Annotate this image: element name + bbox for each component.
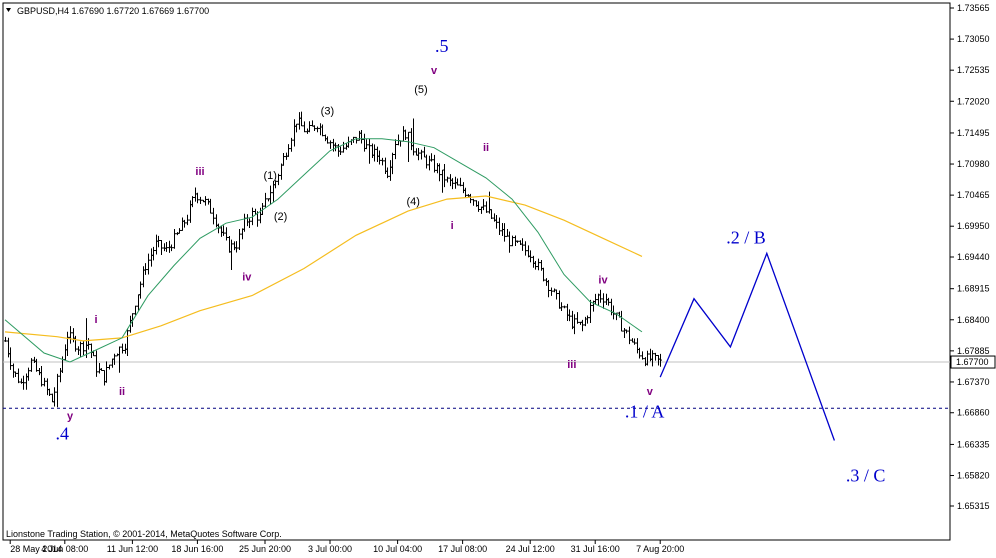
price-tick-label: 1.68915: [957, 284, 990, 294]
price-tick-label: 1.67370: [957, 377, 990, 387]
time-tick-label: 10 Jul 04:00: [373, 544, 422, 554]
wave-label-major: .2 / B: [726, 228, 766, 248]
wave-label-major: .1 / A: [625, 402, 665, 422]
time-tick-label: 4 Jun 08:00: [41, 544, 88, 554]
wave-label-minor: y: [67, 410, 74, 422]
time-tick-label: 17 Jul 08:00: [438, 544, 487, 554]
wave-label-minor: iii: [567, 359, 576, 371]
price-tick-label: 1.65820: [957, 471, 990, 481]
wave-label-minor: ii: [483, 142, 489, 154]
time-tick-label: 11 Jun 12:00: [107, 544, 158, 554]
wave-label-minor: iii: [195, 166, 204, 178]
price-tick-label: 1.69950: [957, 221, 990, 231]
wave-label-minor: i: [451, 220, 454, 232]
wave-label-intermediate: (4): [406, 196, 419, 208]
wave-label-major: .5: [435, 36, 449, 56]
price-tick-label: 1.68400: [957, 315, 990, 325]
time-tick-label: 18 Jun 16:00: [171, 544, 223, 554]
wave-label-major: .3 / C: [846, 466, 886, 486]
time-tick-label: 24 Jul 12:00: [506, 544, 555, 554]
wave-label-minor: i: [94, 314, 97, 326]
time-tick-label: 31 Jul 16:00: [571, 544, 620, 554]
price-tick-label: 1.70980: [957, 159, 990, 169]
copyright-text: Lionstone Trading Station, © 2001-2014, …: [6, 529, 282, 539]
time-tick-label: 3 Jul 00:00: [308, 544, 352, 554]
wave-label-minor: v: [647, 386, 654, 398]
price-tick-label: 1.69440: [957, 252, 990, 262]
time-tick-label: 25 Jun 20:00: [239, 544, 291, 554]
wave-label-minor: iv: [242, 272, 252, 284]
price-tick-label: 1.66860: [957, 408, 990, 418]
price-chart[interactable]: iiiiiiivviiiiviiivy(3)(5)(1)(2)(4).5.4.1…: [0, 0, 996, 558]
price-tick-label: 1.65315: [957, 501, 990, 511]
wave-label-minor: v: [431, 65, 438, 77]
price-tick-label: 1.70465: [957, 190, 990, 200]
price-tick-label: 1.72535: [957, 65, 990, 75]
price-tick-label: 1.66335: [957, 439, 990, 449]
wave-label-intermediate: (3): [321, 106, 334, 118]
price-tick-label: 1.73565: [957, 3, 990, 13]
wave-label-intermediate: (1): [263, 170, 276, 182]
price-tick-label: 1.67885: [957, 346, 990, 356]
time-tick-label: 7 Aug 20:00: [636, 544, 684, 554]
price-tick-label: 1.72020: [957, 96, 990, 106]
price-tick-label: 1.73050: [957, 34, 990, 44]
wave-label-minor: iv: [598, 275, 608, 287]
chart-title: GBPUSD,H4 1.67690 1.67720 1.67669 1.6770…: [17, 6, 209, 16]
wave-label-intermediate: (5): [414, 84, 427, 96]
wave-label-minor: ii: [119, 386, 125, 398]
current-price-label: 1.67700: [956, 357, 989, 367]
price-tick-label: 1.71495: [957, 128, 990, 138]
wave-label-intermediate: (2): [274, 211, 287, 223]
wave-label-major: .4: [55, 423, 69, 443]
